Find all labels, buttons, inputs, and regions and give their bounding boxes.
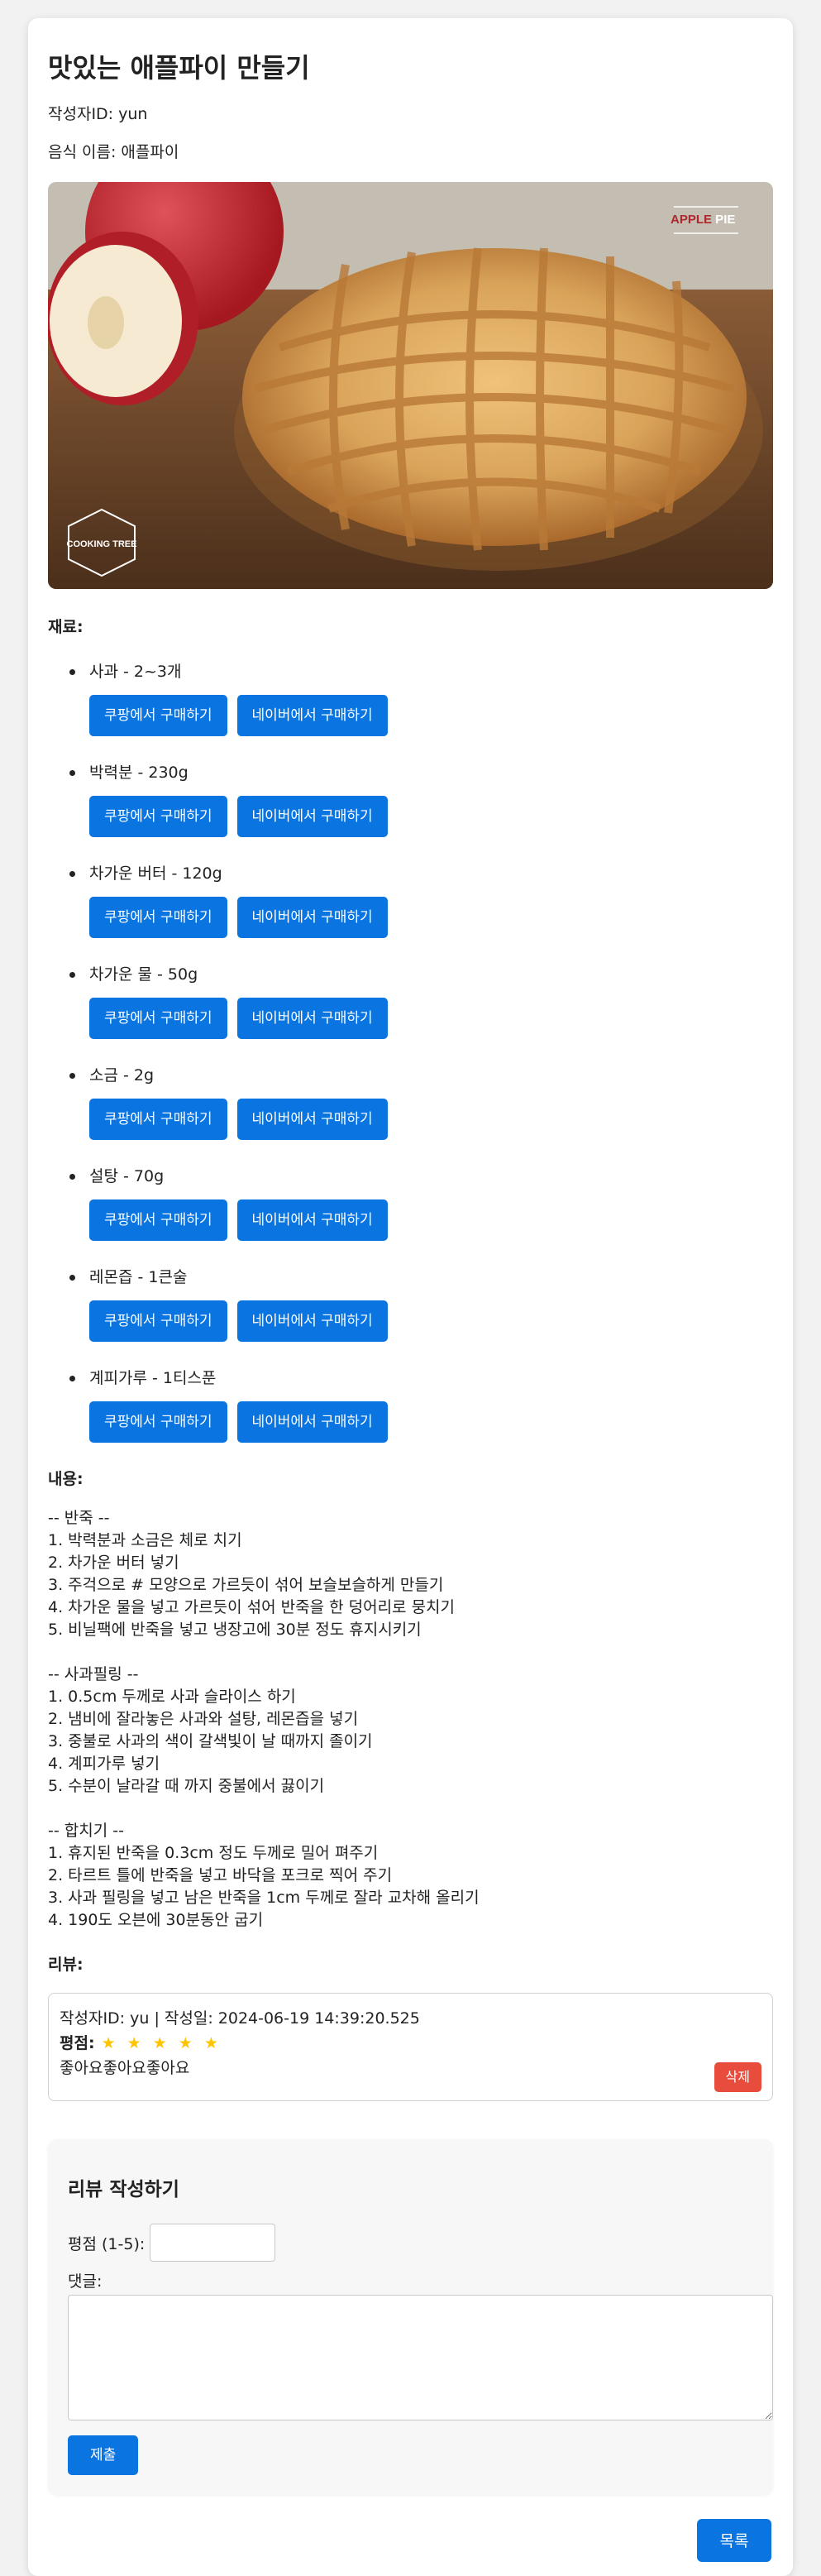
buy-naver-button[interactable]: 네이버에서 구매하기	[236, 1401, 388, 1443]
review-text: 좋아요좋아요좋아요	[60, 2059, 190, 2077]
ingredients-heading: 재료:	[48, 618, 84, 636]
review-form-title: 리뷰 작성하기	[68, 2179, 179, 2200]
list-item: 박력분 - 230g 쿠팡에서 구매하기 네이버에서 구매하기	[48, 763, 773, 837]
buy-coupang-button[interactable]: 쿠팡에서 구매하기	[89, 1099, 227, 1140]
buy-coupang-button[interactable]: 쿠팡에서 구매하기	[89, 998, 227, 1039]
review-meta: 작성자ID: yu | 작성일: 2024-06-19 14:39:20.525	[60, 2009, 420, 2028]
buy-coupang-button[interactable]: 쿠팡에서 구매하기	[89, 695, 227, 736]
buy-coupang-button[interactable]: 쿠팡에서 구매하기	[89, 796, 227, 837]
buy-naver-button[interactable]: 네이버에서 구매하기	[236, 998, 388, 1039]
recipe-card: 맛있는 애플파이 만들기 작성자ID: yun 음식 이름: 애플파이 APPL…	[28, 18, 793, 2576]
list-item: 설탕 - 70g 쿠팡에서 구매하기 네이버에서 구매하기	[48, 1166, 773, 1241]
list-item: 레몬즙 - 1큰술 쿠팡에서 구매하기 네이버에서 구매하기	[48, 1267, 773, 1342]
rating-field-label: 평점 (1-5):	[68, 2234, 146, 2253]
food-name: 음식 이름: 애플파이	[48, 143, 179, 161]
buy-coupang-button[interactable]: 쿠팡에서 구매하기	[89, 1401, 227, 1443]
ingredient-name: 레몬즙 - 1큰술	[89, 1268, 188, 1286]
ingredient-list: 사과 - 2~3개 쿠팡에서 구매하기 네이버에서 구매하기 박력분 - 230…	[48, 662, 773, 1443]
list-item: 계피가루 - 1티스푼 쿠팡에서 구매하기 네이버에서 구매하기	[48, 1368, 773, 1443]
reviews-heading: 리뷰:	[48, 1956, 84, 1974]
review-rating: 평점: ★ ★ ★ ★ ★	[60, 2033, 761, 2053]
list-item: 사과 - 2~3개 쿠팡에서 구매하기 네이버에서 구매하기	[48, 662, 773, 736]
list-item: 차가운 물 - 50g 쿠팡에서 구매하기 네이버에서 구매하기	[48, 965, 773, 1039]
buy-naver-button[interactable]: 네이버에서 구매하기	[236, 1199, 388, 1241]
recipe-content: -- 반죽 -- 1. 박력분과 소금은 체로 치기 2. 차가운 버터 넣기 …	[48, 1509, 480, 1929]
content-heading: 내용:	[48, 1470, 84, 1488]
list-item: 차가운 버터 - 120g 쿠팡에서 구매하기 네이버에서 구매하기	[48, 864, 773, 938]
review-form: 리뷰 작성하기 평점 (1-5): 댓글: 제출	[48, 2139, 773, 2495]
comment-field-label: 댓글:	[68, 2272, 103, 2291]
rating-row: 평점 (1-5):	[68, 2224, 773, 2262]
recipe-image: APPLE PIE COOKING TREE	[48, 182, 773, 589]
ingredient-name: 차가운 버터 - 120g	[89, 864, 222, 883]
buy-naver-button[interactable]: 네이버에서 구매하기	[236, 695, 388, 736]
page-title: 맛있는 애플파이 만들기	[48, 52, 310, 84]
buy-coupang-button[interactable]: 쿠팡에서 구매하기	[89, 897, 227, 938]
ingredient-name: 사과 - 2~3개	[89, 663, 182, 681]
list-button[interactable]: 목록	[697, 2519, 771, 2562]
author-id: 작성자ID: yun	[48, 105, 148, 123]
rating-input[interactable]	[150, 2224, 276, 2262]
buy-naver-button[interactable]: 네이버에서 구매하기	[236, 1099, 388, 1140]
buy-naver-button[interactable]: 네이버에서 구매하기	[236, 897, 388, 938]
apple-pie-photo: APPLE PIE COOKING TREE	[48, 182, 773, 589]
delete-review-button[interactable]: 삭제	[714, 2062, 761, 2092]
ingredient-name: 소금 - 2g	[89, 1066, 155, 1085]
buy-coupang-button[interactable]: 쿠팡에서 구매하기	[89, 1300, 227, 1342]
review-item: 작성자ID: yu | 작성일: 2024-06-19 14:39:20.525…	[48, 1993, 773, 2101]
list-item: 소금 - 2g 쿠팡에서 구매하기 네이버에서 구매하기	[48, 1065, 773, 1140]
ingredient-name: 박력분 - 230g	[89, 764, 189, 782]
brand-label: APPLE PIE	[671, 213, 735, 227]
buy-coupang-button[interactable]: 쿠팡에서 구매하기	[89, 1199, 227, 1241]
submit-button[interactable]: 제출	[68, 2435, 139, 2475]
comment-textarea[interactable]	[68, 2295, 773, 2420]
buy-naver-button[interactable]: 네이버에서 구매하기	[236, 1300, 388, 1342]
ingredient-name: 계피가루 - 1티스푼	[89, 1369, 217, 1387]
ingredient-name: 차가운 물 - 50g	[89, 965, 198, 984]
ingredient-name: 설탕 - 70g	[89, 1167, 165, 1185]
rating-label: 평점:	[60, 2034, 95, 2052]
buy-naver-button[interactable]: 네이버에서 구매하기	[236, 796, 388, 837]
svg-text:COOKING TREE: COOKING TREE	[67, 539, 137, 549]
star-icons: ★ ★ ★ ★ ★	[101, 2034, 222, 2052]
